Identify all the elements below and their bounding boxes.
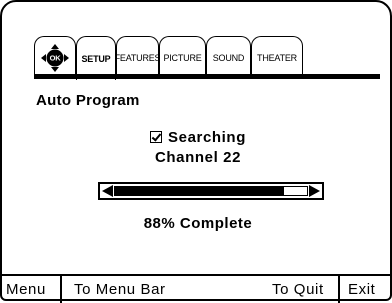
footer-to-menu-bar-hint: To Menu Bar	[74, 281, 166, 298]
tab-ok-icon[interactable]: OK	[34, 36, 76, 78]
search-status-label: Searching	[168, 129, 246, 146]
progress-track	[114, 186, 308, 196]
tab-features[interactable]: FEATURES	[115, 36, 161, 78]
footer-menu-button[interactable]: Menu	[6, 276, 62, 303]
left-arrow-icon	[102, 185, 113, 197]
tv-osd-screen: OK SETUP FEATURES PICTURE SOUND THEATER …	[0, 0, 392, 303]
page-title: Auto Program	[36, 92, 140, 109]
tab-bar-underline	[34, 74, 380, 79]
search-status: Searching	[2, 129, 392, 146]
footer-to-quit-hint: To Quit	[272, 276, 340, 303]
channel-status: Channel 22	[154, 149, 242, 166]
footer-exit-button[interactable]: Exit	[340, 276, 390, 303]
progress-fill	[115, 187, 284, 195]
progress-bar	[98, 182, 324, 200]
tab-sound[interactable]: SOUND	[206, 36, 251, 78]
svg-text:OK: OK	[50, 53, 62, 62]
tab-theater[interactable]: THEATER	[251, 36, 303, 78]
tab-picture[interactable]: PICTURE	[159, 36, 206, 78]
progress-label: 88% Complete	[143, 215, 253, 232]
checkbox-checked-icon	[150, 131, 163, 143]
ok-navigation-icon: OK	[40, 43, 70, 73]
footer-bar: Menu To Menu Bar To Quit Exit	[2, 274, 392, 303]
right-arrow-icon	[309, 185, 320, 197]
